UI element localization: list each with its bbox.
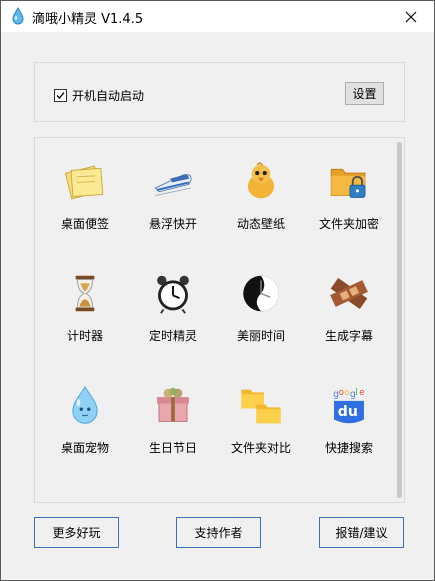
svg-text:o: o xyxy=(344,387,349,397)
alarm-clock-icon xyxy=(157,275,189,314)
support-author-button[interactable]: 支持作者 xyxy=(176,517,261,548)
more-fun-button[interactable]: 更多好玩 xyxy=(34,517,119,548)
chick-icon xyxy=(247,162,275,199)
tool-label: 桌面宠物 xyxy=(60,441,109,455)
settings-button[interactable]: 设置 xyxy=(345,82,384,105)
folders-compare-icon xyxy=(241,389,281,424)
tool-floating-launcher[interactable]: 悬浮快开 xyxy=(129,142,217,232)
checkbox-box[interactable] xyxy=(54,89,67,102)
tool-folder-compare[interactable]: 文件夹对比 xyxy=(217,366,305,456)
tool-desktop-pet[interactable]: 桌面宠物 xyxy=(41,366,129,456)
autostart-checkbox[interactable]: 开机自动启动 xyxy=(54,87,144,104)
hourglass-icon xyxy=(75,275,95,312)
tool-quick-search[interactable]: g o o g l e du 快捷搜索 xyxy=(305,366,393,456)
tool-label: 文件夹对比 xyxy=(230,441,291,455)
app-window: 滴哦小精灵 V1.4.5 开机自动启动 设置 桌面便签 悬浮快开 动态壁纸 文件… xyxy=(0,0,435,581)
tool-label: 悬浮快开 xyxy=(148,217,197,231)
window-title: 滴哦小精灵 V1.4.5 xyxy=(32,12,144,27)
tool-live-wallpaper[interactable]: 动态壁纸 xyxy=(217,142,305,232)
svg-text:l: l xyxy=(356,387,358,397)
close-button[interactable] xyxy=(388,1,434,32)
svg-text:e: e xyxy=(359,387,364,397)
autostart-label: 开机自动启动 xyxy=(72,89,145,103)
tool-label: 生日节日 xyxy=(148,441,197,455)
tool-label: 快捷搜索 xyxy=(324,441,373,455)
svg-text:o: o xyxy=(339,387,344,397)
tool-beautiful-time[interactable]: 美丽时间 xyxy=(217,254,305,344)
tool-timer[interactable]: 计时器 xyxy=(41,254,129,344)
tool-label: 定时精灵 xyxy=(148,329,197,343)
scrollbar[interactable] xyxy=(397,142,402,498)
water-drop-icon xyxy=(12,7,24,25)
sticky-note-icon xyxy=(64,165,104,200)
tool-generate-subtitles[interactable]: 生成字幕 xyxy=(305,254,393,344)
title-bar: 滴哦小精灵 V1.4.5 xyxy=(1,1,434,32)
clock-face-icon xyxy=(243,275,279,312)
checkmark-icon xyxy=(56,92,65,99)
tool-label: 生成字幕 xyxy=(324,329,373,343)
tool-label: 文件夹加密 xyxy=(318,217,379,231)
tool-label: 动态壁纸 xyxy=(236,217,285,231)
startup-group: 开机自动启动 设置 xyxy=(34,62,405,122)
tool-label: 计时器 xyxy=(66,329,103,343)
report-bug-button[interactable]: 报错/建议 xyxy=(319,517,404,548)
tools-grid: 桌面便签 悬浮快开 动态壁纸 文件夹加密 计时器 定时精灵 美丽时间 生成字幕 … xyxy=(34,137,405,503)
baidu-search-icon: g o o g l e du xyxy=(333,387,364,424)
tool-scheduler[interactable]: 定时精灵 xyxy=(129,254,217,344)
folder-lock-icon xyxy=(330,168,366,198)
water-drop-pet-icon xyxy=(72,385,98,424)
film-strip-icon xyxy=(330,277,368,310)
tool-label: 美丽时间 xyxy=(236,329,285,343)
tool-birthdays-holidays[interactable]: 生日节日 xyxy=(129,366,217,456)
close-icon xyxy=(405,11,417,22)
tool-folder-encrypt[interactable]: 文件夹加密 xyxy=(305,142,393,232)
bullet-train-icon xyxy=(154,174,192,196)
gift-box-icon xyxy=(157,387,189,422)
tool-sticky-notes[interactable]: 桌面便签 xyxy=(41,142,129,232)
svg-text:du: du xyxy=(338,404,358,420)
tool-label: 桌面便签 xyxy=(60,217,109,231)
